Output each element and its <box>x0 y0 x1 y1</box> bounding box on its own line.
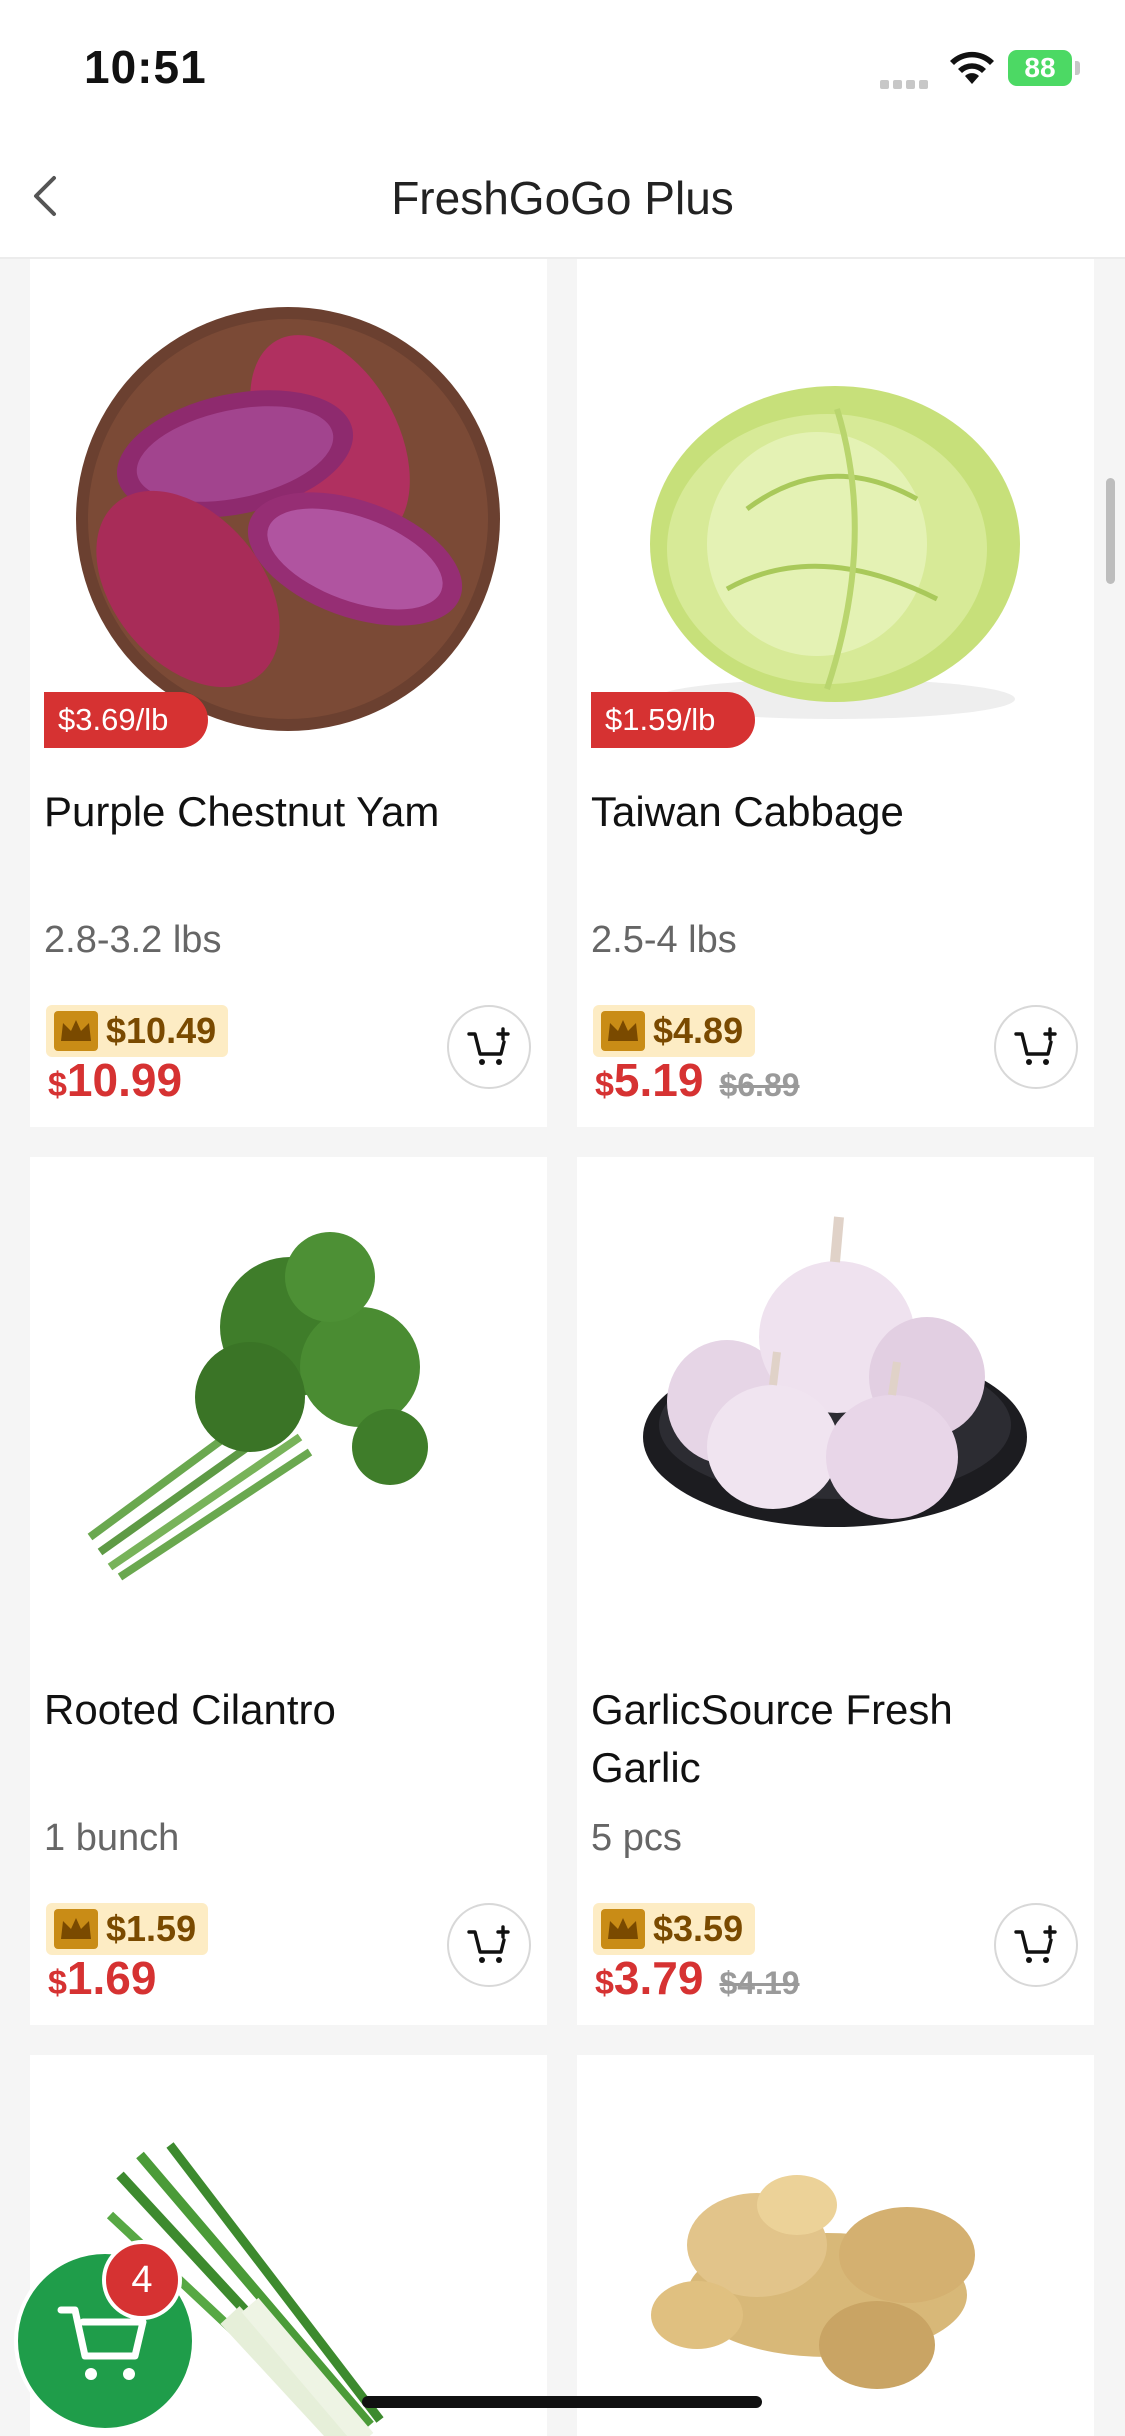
unit-price-badge: $1.59/lb <box>591 692 756 748</box>
product-card[interactable]: Rooted Cilantro 1 bunch $1.59 $ 1.69 <box>30 1157 547 2025</box>
product-image-cabbage <box>650 386 1020 719</box>
add-to-cart-button[interactable] <box>447 1903 531 1987</box>
original-price: $4.19 <box>719 1965 800 2001</box>
currency-symbol: $ <box>595 1066 614 1104</box>
price-row: $ 3.79 $4.19 <box>595 1951 800 2005</box>
member-price-tag: $10.49 <box>46 1005 229 1057</box>
crown-icon <box>601 1909 645 1949</box>
price-row: $ 10.99 <box>48 1053 198 1107</box>
page-title: FreshGoGo Plus <box>391 172 734 224</box>
crown-icon <box>601 1011 645 1051</box>
product-image-ginger <box>651 2175 975 2389</box>
crown-icon <box>54 1011 98 1051</box>
member-price-tag: $1.59 <box>46 1903 209 1955</box>
product-name[interactable]: Rooted Cilantro <box>44 1681 524 1739</box>
product-image-yam <box>76 307 500 731</box>
product-card[interactable]: $3.69/lb Purple Chestnut Yam 2.8-3.2 lbs… <box>30 259 547 1127</box>
product-card[interactable]: GarlicSource Fresh Garlic 5 pcs $3.59 $ … <box>577 1157 1094 2025</box>
status-time: 10:51 <box>84 41 207 93</box>
add-to-cart-button[interactable] <box>994 1903 1078 1987</box>
unit-price-badge: $3.69/lb <box>44 692 209 748</box>
add-to-cart-icon <box>467 1027 510 1065</box>
currency-symbol: $ <box>48 1066 67 1104</box>
crown-icon <box>54 1909 98 1949</box>
product-size: 5 pcs <box>591 1817 682 1859</box>
add-to-cart-button[interactable] <box>994 1005 1078 1089</box>
price: 5.19 <box>613 1054 704 1106</box>
price: 1.69 <box>66 1952 157 2004</box>
cellular-signal-icon <box>880 76 934 89</box>
member-price-tag: $4.89 <box>593 1005 756 1057</box>
price: 10.99 <box>66 1054 183 1106</box>
price-row: $ 1.69 <box>48 1951 172 2005</box>
back-chevron-icon[interactable] <box>20 158 80 234</box>
add-to-cart-icon <box>467 1925 510 1963</box>
nav-bar: FreshGoGo Plus <box>0 140 1125 259</box>
battery-tip <box>1075 61 1080 75</box>
currency-symbol: $ <box>595 1964 614 2002</box>
cart-count-badge: 4 <box>102 2240 182 2320</box>
add-to-cart-icon <box>1014 1925 1057 1963</box>
add-to-cart-icon <box>1014 1027 1057 1065</box>
wifi-icon <box>950 51 994 84</box>
product-image-cilantro <box>87 1232 428 1581</box>
product-card[interactable]: $1.59/lb Taiwan Cabbage 2.5-4 lbs $4.89 … <box>577 259 1094 1127</box>
original-price: $6.89 <box>719 1067 800 1103</box>
product-name[interactable]: GarlicSource Fresh Garlic <box>591 1681 1071 1797</box>
member-price: $10.49 <box>106 1010 217 1051</box>
product-grid: $3.69/lb Purple Chestnut Yam 2.8-3.2 lbs… <box>0 259 1125 2436</box>
product-card[interactable] <box>577 2055 1094 2436</box>
product-size: 2.8-3.2 lbs <box>44 919 222 961</box>
price-row: $ 5.19 $6.89 <box>595 1053 800 1107</box>
member-price: $3.59 <box>653 1908 744 1949</box>
currency-symbol: $ <box>48 1964 67 2002</box>
product-size: 2.5-4 lbs <box>591 919 737 961</box>
product-name[interactable]: Taiwan Cabbage <box>591 783 1071 841</box>
product-size: 1 bunch <box>44 1817 180 1859</box>
price: 3.79 <box>613 1952 704 2004</box>
battery-icon: 88 <box>1008 50 1072 86</box>
product-image-garlic <box>643 1216 1027 1527</box>
add-to-cart-button[interactable] <box>447 1005 531 1089</box>
member-price: $1.59 <box>106 1908 197 1949</box>
member-price-tag: $3.59 <box>593 1903 756 1955</box>
member-price: $4.89 <box>653 1010 744 1051</box>
product-name[interactable]: Purple Chestnut Yam <box>44 783 524 841</box>
home-indicator <box>362 2396 762 2408</box>
status-bar: 10:51 88 <box>0 0 1125 140</box>
